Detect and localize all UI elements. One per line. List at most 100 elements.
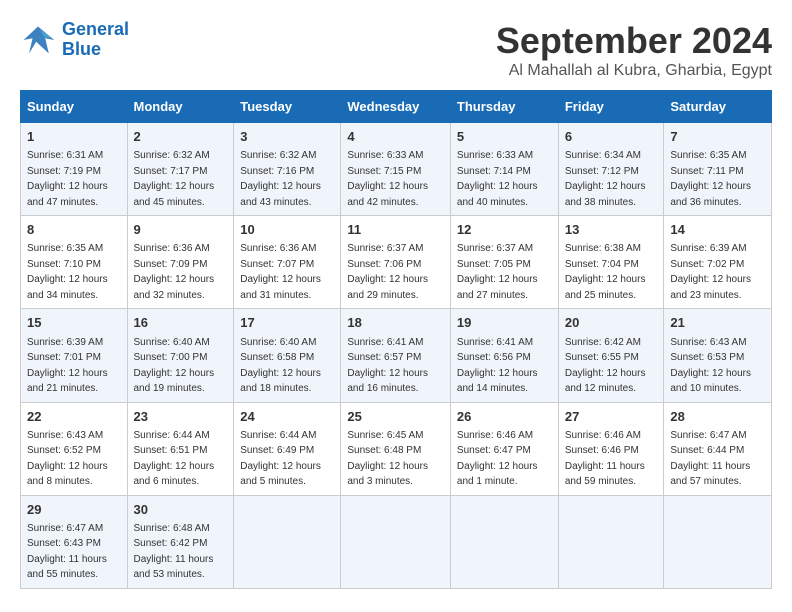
table-row: 10 Sunrise: 6:36 AMSunset: 7:07 PMDayligh… <box>234 216 341 309</box>
day-info: Sunrise: 6:35 AMSunset: 7:10 PMDaylight:… <box>27 243 108 301</box>
col-saturday: Saturday <box>664 91 772 123</box>
day-number: 9 <box>134 221 228 239</box>
table-row: 16 Sunrise: 6:40 AMSunset: 7:00 PMDayligh… <box>127 309 234 402</box>
day-info: Sunrise: 6:31 AMSunset: 7:19 PMDaylight:… <box>27 150 108 208</box>
day-number: 22 <box>27 408 121 426</box>
day-number: 6 <box>565 128 658 146</box>
table-row: 23 Sunrise: 6:44 AMSunset: 6:51 PMDayligh… <box>127 402 234 495</box>
day-number: 14 <box>670 221 765 239</box>
table-row <box>234 495 341 588</box>
location-title: Al Mahallah al Kubra, Gharbia, Egypt <box>496 62 772 80</box>
day-number: 13 <box>565 221 658 239</box>
table-row: 28Sunrise: 6:47 AMSunset: 6:44 PMDayligh… <box>664 402 772 495</box>
calendar-header-row: Sunday Monday Tuesday Wednesday Thursday… <box>21 91 772 123</box>
logo-text: General Blue <box>62 20 129 60</box>
day-info: Sunrise: 6:41 AMSunset: 6:57 PMDaylight:… <box>347 337 428 395</box>
logo-icon <box>20 22 56 58</box>
day-number: 27 <box>565 408 658 426</box>
table-row: 14Sunrise: 6:39 AMSunset: 7:02 PMDayligh… <box>664 216 772 309</box>
calendar-week-row: 22 Sunrise: 6:43 AMSunset: 6:52 PMDayligh… <box>21 402 772 495</box>
table-row <box>341 495 451 588</box>
col-thursday: Thursday <box>450 91 558 123</box>
day-info: Sunrise: 6:39 AMSunset: 7:01 PMDaylight:… <box>27 337 108 395</box>
day-number: 29 <box>27 501 121 519</box>
col-tuesday: Tuesday <box>234 91 341 123</box>
table-row: 30 Sunrise: 6:48 AMSunset: 6:42 PMDayligh… <box>127 495 234 588</box>
table-row: 5 Sunrise: 6:33 AMSunset: 7:14 PMDaylight… <box>450 123 558 216</box>
day-number: 11 <box>347 221 444 239</box>
table-row: 6 Sunrise: 6:34 AMSunset: 7:12 PMDaylight… <box>558 123 664 216</box>
col-monday: Monday <box>127 91 234 123</box>
col-sunday: Sunday <box>21 91 128 123</box>
day-info: Sunrise: 6:43 AMSunset: 6:52 PMDaylight:… <box>27 430 108 488</box>
table-row: 12Sunrise: 6:37 AMSunset: 7:05 PMDayligh… <box>450 216 558 309</box>
day-info: Sunrise: 6:36 AMSunset: 7:07 PMDaylight:… <box>240 243 321 301</box>
calendar-week-row: 8Sunrise: 6:35 AMSunset: 7:10 PMDaylight… <box>21 216 772 309</box>
day-info: Sunrise: 6:42 AMSunset: 6:55 PMDaylight:… <box>565 337 646 395</box>
table-row <box>558 495 664 588</box>
day-info: Sunrise: 6:46 AMSunset: 6:46 PMDaylight:… <box>565 430 645 488</box>
table-row: 1 Sunrise: 6:31 AMSunset: 7:19 PMDaylight… <box>21 123 128 216</box>
day-info: Sunrise: 6:40 AMSunset: 6:58 PMDaylight:… <box>240 337 321 395</box>
table-row: 8Sunrise: 6:35 AMSunset: 7:10 PMDaylight… <box>21 216 128 309</box>
calendar-week-row: 1 Sunrise: 6:31 AMSunset: 7:19 PMDaylight… <box>21 123 772 216</box>
day-info: Sunrise: 6:46 AMSunset: 6:47 PMDaylight:… <box>457 430 538 488</box>
table-row: 9 Sunrise: 6:36 AMSunset: 7:09 PMDaylight… <box>127 216 234 309</box>
day-number: 25 <box>347 408 444 426</box>
day-info: Sunrise: 6:43 AMSunset: 6:53 PMDaylight:… <box>670 337 751 395</box>
table-row: 11Sunrise: 6:37 AMSunset: 7:06 PMDayligh… <box>341 216 451 309</box>
day-number: 5 <box>457 128 552 146</box>
day-number: 15 <box>27 314 121 332</box>
day-number: 4 <box>347 128 444 146</box>
table-row: 13 Sunrise: 6:38 AMSunset: 7:04 PMDayligh… <box>558 216 664 309</box>
day-number: 16 <box>134 314 228 332</box>
table-row <box>450 495 558 588</box>
day-number: 18 <box>347 314 444 332</box>
day-info: Sunrise: 6:33 AMSunset: 7:14 PMDaylight:… <box>457 150 538 208</box>
day-info: Sunrise: 6:48 AMSunset: 6:42 PMDaylight:… <box>134 523 214 581</box>
table-row: 29 Sunrise: 6:47 AMSunset: 6:43 PMDayligh… <box>21 495 128 588</box>
day-info: Sunrise: 6:44 AMSunset: 6:49 PMDaylight:… <box>240 430 321 488</box>
logo: General Blue <box>20 20 129 60</box>
table-row: 20 Sunrise: 6:42 AMSunset: 6:55 PMDayligh… <box>558 309 664 402</box>
table-row: 4 Sunrise: 6:33 AMSunset: 7:15 PMDaylight… <box>341 123 451 216</box>
day-info: Sunrise: 6:36 AMSunset: 7:09 PMDaylight:… <box>134 243 215 301</box>
page-header: General Blue September 2024 Al Mahallah … <box>20 20 772 80</box>
table-row: 7Sunrise: 6:35 AMSunset: 7:11 PMDaylight… <box>664 123 772 216</box>
day-info: Sunrise: 6:35 AMSunset: 7:11 PMDaylight:… <box>670 150 751 208</box>
day-info: Sunrise: 6:44 AMSunset: 6:51 PMDaylight:… <box>134 430 215 488</box>
day-info: Sunrise: 6:37 AMSunset: 7:05 PMDaylight:… <box>457 243 538 301</box>
table-row: 2Sunrise: 6:32 AMSunset: 7:17 PMDaylight… <box>127 123 234 216</box>
day-number: 21 <box>670 314 765 332</box>
logo-line1: General <box>62 19 129 39</box>
table-row: 18 Sunrise: 6:41 AMSunset: 6:57 PMDayligh… <box>341 309 451 402</box>
table-row: 3Sunrise: 6:32 AMSunset: 7:16 PMDaylight… <box>234 123 341 216</box>
calendar-week-row: 29 Sunrise: 6:47 AMSunset: 6:43 PMDayligh… <box>21 495 772 588</box>
day-info: Sunrise: 6:38 AMSunset: 7:04 PMDaylight:… <box>565 243 646 301</box>
day-info: Sunrise: 6:34 AMSunset: 7:12 PMDaylight:… <box>565 150 646 208</box>
day-info: Sunrise: 6:40 AMSunset: 7:00 PMDaylight:… <box>134 337 215 395</box>
calendar-week-row: 15 Sunrise: 6:39 AMSunset: 7:01 PMDayligh… <box>21 309 772 402</box>
table-row: 25Sunrise: 6:45 AMSunset: 6:48 PMDayligh… <box>341 402 451 495</box>
day-number: 10 <box>240 221 334 239</box>
day-number: 19 <box>457 314 552 332</box>
day-info: Sunrise: 6:41 AMSunset: 6:56 PMDaylight:… <box>457 337 538 395</box>
day-number: 26 <box>457 408 552 426</box>
table-row: 21 Sunrise: 6:43 AMSunset: 6:53 PMDayligh… <box>664 309 772 402</box>
table-row: 17Sunrise: 6:40 AMSunset: 6:58 PMDayligh… <box>234 309 341 402</box>
day-number: 23 <box>134 408 228 426</box>
day-number: 20 <box>565 314 658 332</box>
day-number: 1 <box>27 128 121 146</box>
calendar-table: Sunday Monday Tuesday Wednesday Thursday… <box>20 90 772 589</box>
table-row: 24Sunrise: 6:44 AMSunset: 6:49 PMDayligh… <box>234 402 341 495</box>
logo-line2: Blue <box>62 40 129 60</box>
day-info: Sunrise: 6:47 AMSunset: 6:43 PMDaylight:… <box>27 523 107 581</box>
day-number: 2 <box>134 128 228 146</box>
day-info: Sunrise: 6:33 AMSunset: 7:15 PMDaylight:… <box>347 150 428 208</box>
month-title: September 2024 <box>496 20 772 62</box>
col-wednesday: Wednesday <box>341 91 451 123</box>
day-info: Sunrise: 6:32 AMSunset: 7:16 PMDaylight:… <box>240 150 321 208</box>
day-number: 28 <box>670 408 765 426</box>
day-number: 30 <box>134 501 228 519</box>
table-row: 27 Sunrise: 6:46 AMSunset: 6:46 PMDayligh… <box>558 402 664 495</box>
